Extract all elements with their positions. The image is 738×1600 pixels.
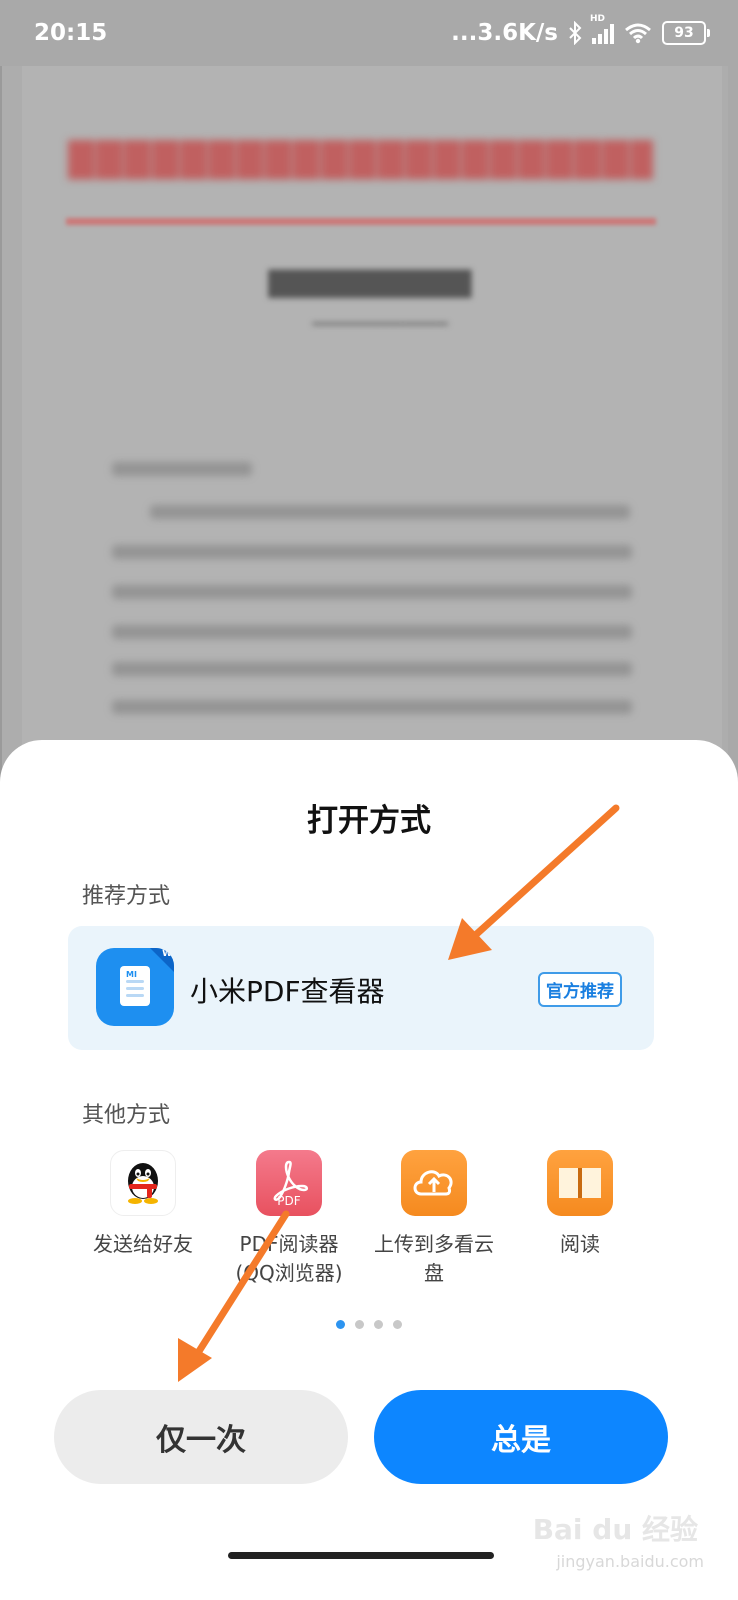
home-indicator[interactable]	[228, 1552, 494, 1559]
qq-icon	[110, 1150, 176, 1216]
page-indicator	[0, 1320, 738, 1329]
just-once-button[interactable]: 仅一次	[54, 1390, 348, 1484]
document-text-line	[112, 625, 632, 639]
battery-icon: 93	[662, 21, 710, 45]
always-button[interactable]: 总是	[374, 1390, 668, 1484]
baidu-jingyan-watermark: Bai du 经验	[532, 1513, 698, 1546]
recommended-section-label: 推荐方式	[82, 884, 171, 909]
document-red-line	[66, 218, 656, 225]
pdf-reader-icon: PDF	[256, 1150, 322, 1216]
status-icons: ...3.6K/s HD 93	[451, 14, 710, 46]
document-text-line	[112, 545, 632, 559]
other-app-label-sub: (QQ浏览器)	[235, 1261, 343, 1285]
network-speed: ...3.6K/s	[451, 20, 558, 46]
other-app-send-to-friend[interactable]: 发送给好友	[73, 1150, 213, 1259]
document-header-blurred: ████████████████████████	[68, 140, 653, 180]
document-subtitle-blurred: ━━━━━━━━━━━━━━━	[312, 315, 448, 333]
document-text-line	[150, 505, 630, 519]
other-app-upload-duokan-cloud[interactable]: 上传到多看云 盘	[364, 1150, 504, 1288]
watermark-url: jingyan.baidu.com	[556, 1552, 704, 1571]
document-text-line	[112, 662, 632, 676]
document-text-line	[112, 700, 632, 714]
page-dot	[393, 1320, 402, 1329]
sheet-title: 打开方式	[307, 803, 431, 839]
recommended-app-name: 小米PDF查看器	[190, 975, 385, 1008]
page-dot	[374, 1320, 383, 1329]
clock: 20:15	[34, 20, 108, 46]
cloud-upload-icon	[401, 1150, 467, 1216]
hd-label: HD	[590, 14, 606, 24]
recommended-app-xiaomi-pdf-viewer[interactable]: W MI 小米PDF查看器 官方推荐	[68, 926, 654, 1050]
official-recommend-badge: 官方推荐	[538, 972, 622, 1007]
other-app-pdf-reader-qq-browser[interactable]: PDF PDF阅读器 (QQ浏览器)	[219, 1150, 359, 1288]
xiaomi-pdf-viewer-icon: W MI	[96, 948, 174, 1026]
status-bar: 20:15 ...3.6K/s HD 93	[0, 0, 738, 66]
page-dot	[355, 1320, 364, 1329]
bluetooth-icon	[569, 21, 582, 45]
pdf-icon-text: PDF	[277, 1194, 301, 1208]
battery-level: 93	[674, 25, 694, 41]
other-app-label: 发送给好友	[93, 1232, 193, 1256]
document-text-line	[112, 462, 252, 476]
other-app-label: PDF阅读器	[239, 1232, 339, 1256]
other-app-label: 阅读	[560, 1232, 600, 1256]
other-app-label: 上传到多看云	[374, 1232, 494, 1256]
wifi-icon	[625, 23, 651, 44]
other-app-read[interactable]: 阅读	[510, 1150, 650, 1259]
book-icon	[547, 1150, 613, 1216]
other-app-label-sub: 盘	[424, 1261, 444, 1285]
document-title-blurred: ███████████	[268, 270, 472, 298]
other-section-label: 其他方式	[82, 1103, 171, 1128]
document-text-line	[112, 585, 632, 599]
signal-icon: HD	[590, 14, 614, 44]
page-dot-active	[336, 1320, 345, 1329]
